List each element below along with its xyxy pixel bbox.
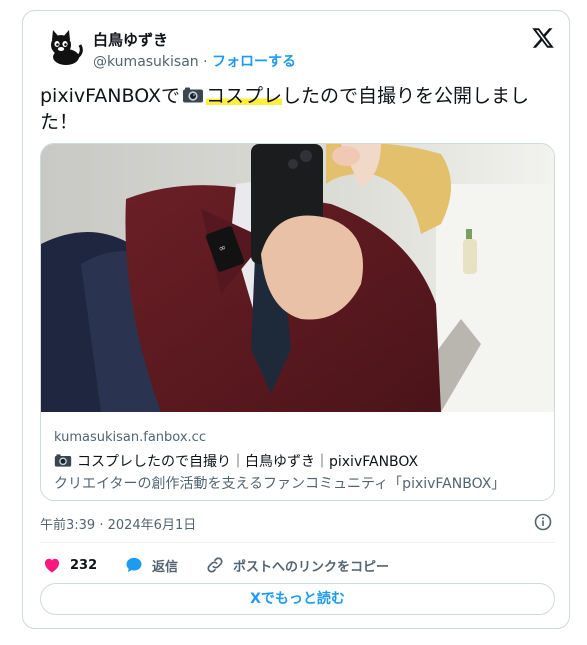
black-cat-icon xyxy=(51,30,83,65)
author-handle[interactable]: @kumasukisan xyxy=(93,54,199,70)
x-logo-icon[interactable] xyxy=(531,26,555,50)
separator-dot: · xyxy=(203,54,208,70)
copy-link-label: ポストへのリンクをコピー xyxy=(233,559,390,575)
copy-link-button[interactable]: ポストへのリンクをコピー xyxy=(205,555,389,575)
action-bar: 232 返信 ポストへのリンクをコピー xyxy=(40,552,555,578)
follow-button[interactable]: フォローする xyxy=(212,54,296,70)
read-more-on-x-button[interactable]: Xでもっと読む xyxy=(40,583,555,615)
avatar[interactable] xyxy=(44,27,84,67)
link-icon xyxy=(207,557,223,573)
reply-label: 返信 xyxy=(152,559,179,575)
like-button[interactable]: 232 xyxy=(42,555,97,575)
tweet-text-before: pixivFANBOXで xyxy=(40,85,180,107)
tweet-embed-card: 白鳥ゆずき @kumasukisan · フォローする pixivFANBOXで… xyxy=(22,10,570,629)
reply-button[interactable]: 返信 xyxy=(124,555,178,575)
heart-icon xyxy=(44,558,60,573)
highlighted-word: コスプレ xyxy=(205,85,282,107)
link-card-title-row: コスプレしたので自撮り｜白鳥ゆずき｜pixivFANBOX xyxy=(54,451,418,471)
preview-image[interactable]: ∞ xyxy=(41,144,554,412)
camera-icon xyxy=(54,454,72,467)
link-card-title: コスプレしたので自撮り｜白鳥ゆずき｜pixivFANBOX xyxy=(77,454,419,470)
author-display-name[interactable]: 白鳥ゆずき xyxy=(93,29,168,50)
divider xyxy=(40,542,555,543)
info-icon[interactable] xyxy=(534,513,552,531)
timestamp[interactable]: 午前3:39 · 2024年6月1日 xyxy=(40,514,196,533)
link-preview-card[interactable]: ∞ kumasukisan.fanbox.cc コスプレしたので自撮り｜白鳥ゆず… xyxy=(40,143,555,501)
tweet-text: pixivFANBOXで コスプレしたので自撮りを公開しました！ xyxy=(40,83,560,135)
link-card-description: クリエイターの創作活動を支えるファンコミュニティ「pixivFANBOX」 xyxy=(54,476,506,492)
like-count: 232 xyxy=(70,557,98,573)
camera-icon xyxy=(182,87,203,103)
reply-bubble-icon xyxy=(126,557,142,573)
author-handle-row: @kumasukisan · フォローする xyxy=(93,51,296,71)
link-card-domain: kumasukisan.fanbox.cc xyxy=(54,430,206,445)
